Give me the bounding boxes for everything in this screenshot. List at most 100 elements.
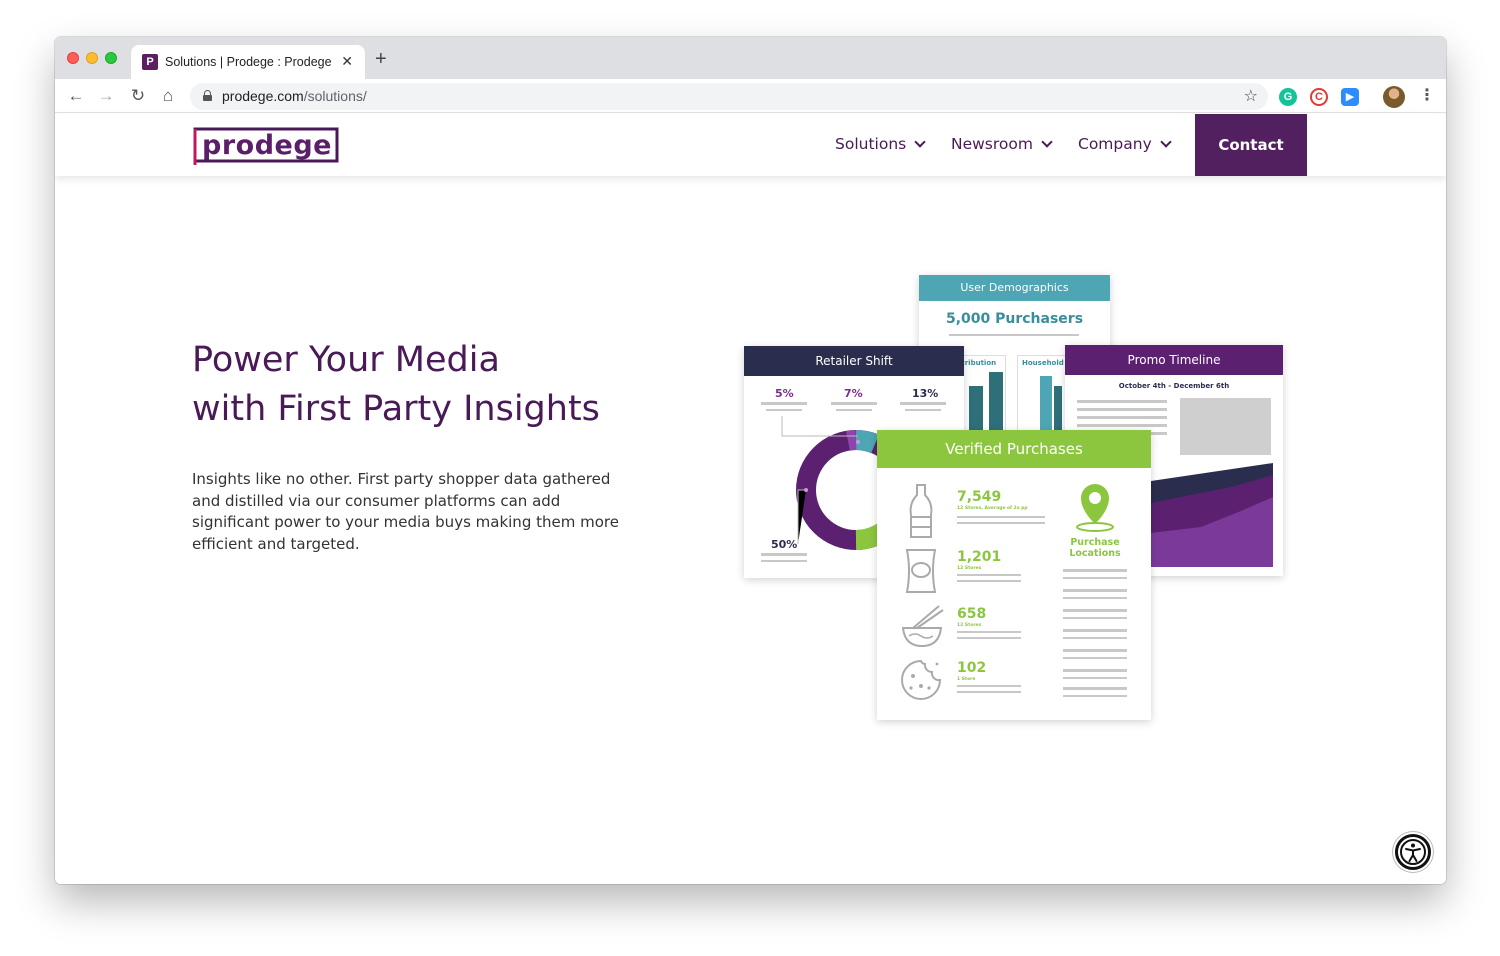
text-line — [1077, 408, 1167, 411]
new-tab-icon[interactable]: + — [375, 49, 387, 69]
prodege-logo[interactable]: prodege — [192, 127, 340, 165]
text-line — [1063, 609, 1127, 612]
maximize-window-button[interactable] — [105, 52, 117, 64]
text-line — [1063, 569, 1127, 572]
verified-purchases-title: Verified Purchases — [877, 430, 1151, 468]
lock-icon — [203, 90, 212, 101]
text-line — [900, 402, 946, 405]
url-host: prodege.com — [222, 88, 304, 104]
cookie-icon — [901, 659, 942, 700]
forward-icon[interactable]: → — [95, 85, 117, 107]
text-line — [957, 637, 1021, 639]
retailer-shift-title: Retailer Shift — [744, 346, 964, 376]
purchase-value-4: 102 — [957, 660, 987, 676]
text-line — [905, 409, 941, 411]
tab-strip: P Solutions | Prodege : Prodege ✕ + — [55, 37, 1446, 79]
close-window-button[interactable] — [67, 52, 79, 64]
hero-headline: Power Your Media with First Party Insigh… — [192, 336, 600, 434]
text-line — [761, 402, 807, 405]
zoom-extension-icon[interactable]: ▶ — [1341, 88, 1359, 106]
back-icon[interactable]: ← — [65, 85, 87, 107]
url-text: prodege.com/solutions/ — [222, 88, 367, 104]
browser-tab[interactable]: P Solutions | Prodege : Prodege ✕ — [131, 45, 365, 79]
hero-body-text: Insights like no other. First party shop… — [192, 470, 619, 553]
text-line — [957, 580, 1021, 582]
chevron-down-icon — [1160, 136, 1172, 148]
text-line — [1077, 424, 1167, 427]
nav-solutions[interactable]: Solutions — [835, 135, 926, 153]
verified-purchases-card: Verified Purchases 7,549 12 Stores, Aver… — [877, 430, 1151, 720]
minimize-window-button[interactable] — [86, 52, 98, 64]
tab-title: Solutions | Prodege : Prodege — [165, 55, 332, 69]
address-bar[interactable]: prodege.com/solutions/ ☆ — [190, 83, 1268, 110]
area-chart — [1151, 463, 1273, 567]
grammarly-extension-icon[interactable]: G — [1279, 88, 1297, 106]
text-line — [957, 516, 1045, 518]
location-pin-icon — [1076, 484, 1114, 532]
nav-newsroom[interactable]: Newsroom — [951, 135, 1053, 153]
user-demographics-title: User Demographics — [919, 275, 1110, 301]
pct-5: 5% — [775, 387, 794, 400]
text-line — [957, 522, 1045, 524]
nav-newsroom-label: Newsroom — [951, 135, 1033, 153]
chips-bag-icon — [905, 549, 937, 593]
headline-line-1: Power Your Media — [192, 340, 500, 380]
purchase-sub-1: 12 Stores, Average of 2x pp — [957, 506, 1028, 511]
purchase-value-3: 658 — [957, 606, 987, 622]
purchase-locations-label: Purchase Locations — [1053, 537, 1137, 559]
text-line — [1063, 695, 1127, 697]
profile-avatar[interactable] — [1383, 86, 1405, 108]
contact-button[interactable]: Contact — [1195, 114, 1307, 176]
extension-c-icon[interactable]: C — [1310, 88, 1328, 106]
text-line — [1063, 577, 1127, 579]
image-placeholder — [1180, 398, 1271, 455]
svg-text:prodege: prodege — [202, 130, 332, 161]
bookmark-star-icon[interactable]: ☆ — [1244, 86, 1258, 106]
reload-icon[interactable]: ↻ — [127, 85, 149, 107]
text-line — [1077, 416, 1167, 419]
text-line — [1063, 687, 1127, 690]
promo-timeline-title: Promo Timeline — [1065, 345, 1283, 375]
text-line — [1063, 649, 1127, 652]
home-icon[interactable]: ⌂ — [157, 85, 179, 107]
nav-company[interactable]: Company — [1078, 135, 1172, 153]
web-page: prodege Solutions Newsroom Company Conta… — [55, 114, 1446, 884]
pct-7: 7% — [844, 387, 863, 400]
text-line — [957, 691, 1021, 693]
purchase-sub-2: 12 Stores — [957, 566, 982, 571]
purchase-value-2: 1,201 — [957, 549, 1002, 565]
noodles-bowl-icon — [901, 605, 944, 648]
text-line — [831, 402, 877, 405]
text-line — [1063, 669, 1127, 672]
chevron-down-icon — [1041, 136, 1053, 148]
text-line — [957, 631, 1021, 633]
chevron-down-icon — [914, 136, 926, 148]
text-line — [836, 409, 872, 411]
text-line — [1063, 617, 1127, 619]
browser-menu-icon[interactable]: ⋮ — [1419, 85, 1435, 105]
browser-window: P Solutions | Prodege : Prodege ✕ + ← → … — [55, 37, 1446, 884]
divider — [949, 334, 1079, 336]
text-line — [957, 574, 1021, 576]
text-line — [1063, 629, 1127, 632]
url-path: /solutions/ — [303, 88, 367, 104]
purchase-sub-3: 12 Stores — [957, 623, 982, 628]
favicon-icon: P — [142, 54, 158, 70]
bottle-icon — [909, 484, 933, 538]
accessibility-icon — [1400, 839, 1426, 865]
text-line — [1063, 589, 1127, 592]
purchase-locations-line-2: Locations — [1069, 548, 1121, 559]
text-line — [1063, 657, 1127, 659]
nav-company-label: Company — [1078, 135, 1152, 153]
text-line — [1063, 637, 1127, 639]
site-header: prodege Solutions Newsroom Company Conta… — [55, 114, 1446, 176]
household-label: Household — [1022, 359, 1064, 367]
accessibility-button[interactable] — [1395, 834, 1431, 870]
text-line — [761, 560, 807, 562]
pct-13: 13% — [912, 387, 939, 400]
close-tab-icon[interactable]: ✕ — [341, 53, 353, 70]
text-line — [1077, 400, 1167, 403]
text-line — [1063, 677, 1127, 679]
purchase-value-1: 7,549 — [957, 489, 1002, 505]
text-line — [766, 409, 802, 411]
